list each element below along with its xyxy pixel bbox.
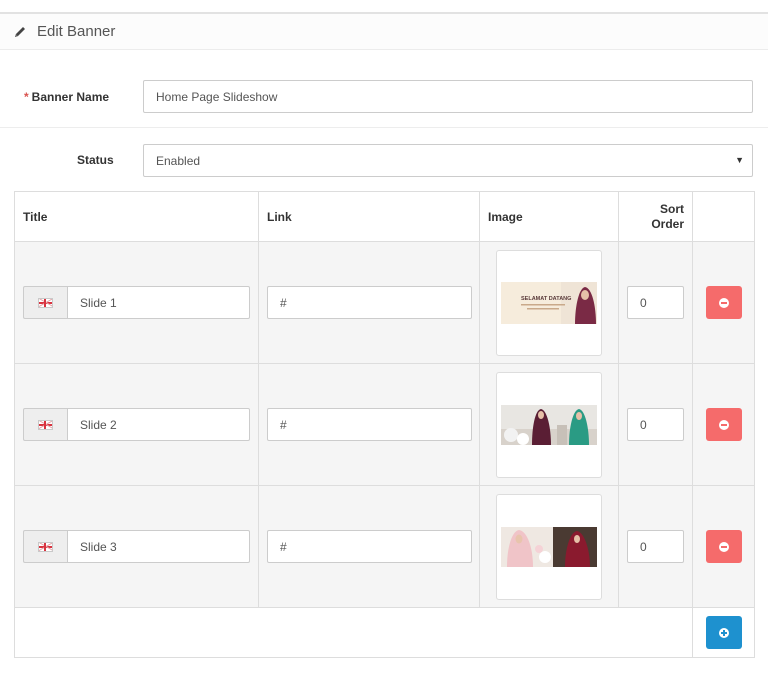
slide-sort-order-input[interactable]: 0 <box>627 408 684 441</box>
banner-name-label: * Banner Name <box>24 90 110 104</box>
slide-image-thumbnail[interactable]: SELAMAT DATANG <box>496 249 602 356</box>
plus-circle-icon <box>718 627 729 638</box>
minus-circle-icon <box>718 541 729 552</box>
slide-title-input[interactable]: Slide 2 <box>67 408 250 441</box>
table-row: Slide 2 # 0 <box>14 363 755 486</box>
slide-title-input[interactable]: Slide 3 <box>67 530 250 563</box>
slide-title-group: Slide 1 <box>23 286 250 319</box>
remove-slide-button[interactable] <box>705 286 742 319</box>
banner-name-input[interactable]: Home Page Slideshow <box>143 80 753 113</box>
uk-flag-icon <box>38 297 53 308</box>
status-select[interactable]: Enabled ▼ <box>143 144 753 177</box>
slide-image <box>501 404 597 445</box>
slide-image-thumbnail[interactable] <box>496 371 602 478</box>
slide-sort-order-input[interactable]: 0 <box>627 286 684 319</box>
minus-circle-icon <box>718 419 729 430</box>
uk-flag-icon <box>38 419 53 430</box>
slide-image: SELAMAT DATANG <box>501 281 597 324</box>
slide-title-group: Slide 2 <box>23 408 250 441</box>
slides-table: Title Link Image Sort Order Slide 1 # SE… <box>14 191 755 658</box>
remove-slide-button[interactable] <box>705 408 742 441</box>
language-addon <box>23 530 67 563</box>
column-header-image: Image <box>479 191 619 242</box>
language-addon <box>23 286 67 319</box>
slide-caption-text: SELAMAT DATANG <box>521 296 571 302</box>
slide-sort-order-input[interactable]: 0 <box>627 530 684 563</box>
slide-link-input[interactable]: # <box>267 530 472 563</box>
panel-heading: Edit Banner <box>0 12 768 50</box>
column-header-title: Title <box>14 191 259 242</box>
slide-title-group: Slide 3 <box>23 530 250 563</box>
chevron-down-icon: ▼ <box>735 155 744 165</box>
add-slide-button[interactable] <box>705 616 742 649</box>
uk-flag-icon <box>38 541 53 552</box>
language-addon <box>23 408 67 441</box>
slide-image <box>501 526 597 567</box>
status-row: Status Enabled ▼ <box>0 128 768 192</box>
table-row: Slide 1 # SELAMAT DATANG 0 <box>14 241 755 364</box>
pencil-icon <box>15 26 25 37</box>
slide-image-thumbnail[interactable] <box>496 493 602 600</box>
page-title: Edit Banner <box>37 23 116 40</box>
minus-circle-icon <box>718 297 729 308</box>
remove-slide-button[interactable] <box>705 530 742 563</box>
banner-name-row: * Banner Name Home Page Slideshow <box>0 64 768 128</box>
slide-title-input[interactable]: Slide 1 <box>67 286 250 319</box>
table-row: Slide 3 # 0 <box>14 485 755 608</box>
column-header-link: Link <box>258 191 480 242</box>
column-header-actions <box>692 191 755 242</box>
slide-link-input[interactable]: # <box>267 408 472 441</box>
table-footer-row <box>14 607 755 658</box>
status-label: Status <box>77 153 114 167</box>
slide-link-input[interactable]: # <box>267 286 472 319</box>
required-mark: * <box>24 90 29 104</box>
column-header-sort-order: Sort Order <box>618 191 693 242</box>
